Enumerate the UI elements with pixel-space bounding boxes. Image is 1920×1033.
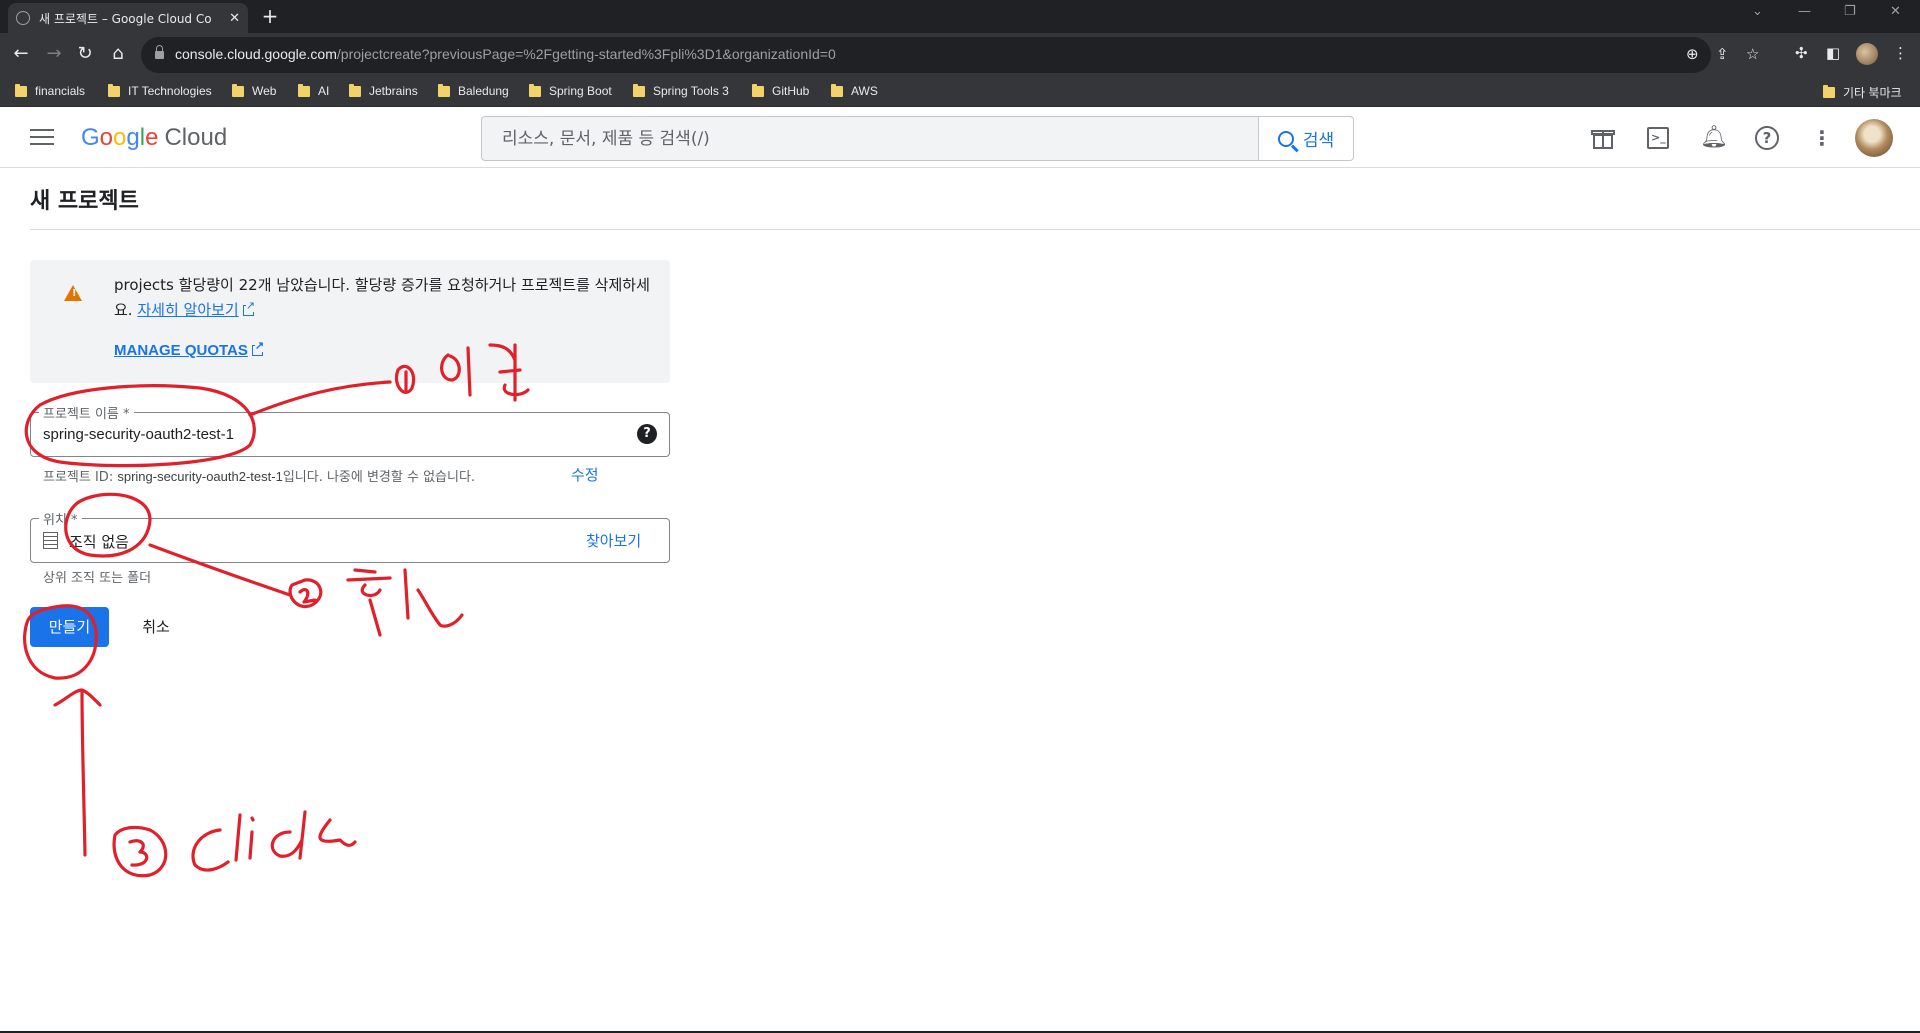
back-icon[interactable]: ←: [10, 43, 32, 64]
divider: [30, 229, 1920, 230]
share-icon[interactable]: ⇪: [1716, 45, 1729, 63]
cloud-shell-icon[interactable]: >_: [1645, 125, 1671, 151]
url-text: console.cloud.google.com/projectcreate?p…: [175, 46, 836, 62]
project-name-input[interactable]: [43, 413, 613, 456]
step3-mark: [112, 825, 168, 878]
bookmarks-bar: financials IT Technologies Web AI Jetbra…: [0, 77, 1920, 107]
folder-icon: [633, 83, 645, 97]
quota-warning-banner: ! projects 할당량이 22개 남았습니다. 할당량 증가를 요청하거나…: [30, 260, 670, 383]
external-link-icon: [242, 300, 255, 316]
extensions-icon[interactable]: ✣: [1795, 44, 1808, 62]
zoom-icon[interactable]: ⊕: [1686, 45, 1699, 63]
other-bookmarks[interactable]: 기타 북마크: [1823, 84, 1902, 101]
bookmark-folder[interactable]: Jetbrains: [349, 83, 418, 98]
project-name-field: 프로젝트 이름 * ?: [30, 403, 670, 457]
folder-icon: [529, 83, 541, 97]
home-icon[interactable]: ⌂: [107, 43, 129, 64]
lock-icon[interactable]: [155, 45, 164, 60]
search-input[interactable]: [482, 117, 1258, 160]
forward-icon[interactable]: →: [43, 43, 65, 64]
tab-title: 새 프로젝트 – Google Cloud Co: [39, 11, 212, 26]
google-cloud-logo[interactable]: Google Cloud: [81, 124, 227, 152]
folder-icon: [15, 83, 27, 97]
browse-button[interactable]: 찾아보기: [586, 530, 641, 551]
warning-icon-mark: !: [72, 288, 77, 299]
reload-icon[interactable]: ↻: [74, 43, 96, 64]
location-field[interactable]: 위치 * 조직 없음 찾아보기: [30, 509, 670, 563]
browser-tab-strip: 새 프로젝트 – Google Cloud Co ✕ + ⌄ — ❐ ✕: [0, 0, 1920, 33]
quota-message: projects 할당량이 22개 남았습니다. 할당량 증가를 요청하거나 프…: [114, 273, 654, 323]
bookmark-folder[interactable]: AWS: [831, 83, 878, 98]
folder-icon: [298, 83, 310, 97]
tab-search-icon[interactable]: ⌄: [1752, 4, 1763, 19]
bookmark-folder[interactable]: financials: [15, 83, 85, 98]
organization-icon: [43, 532, 58, 549]
project-id-hint: 프로젝트 ID: spring-security-oauth2-test-1입니…: [43, 469, 476, 485]
bookmark-folder[interactable]: Spring Tools 3: [633, 83, 729, 98]
learn-more-link[interactable]: 자세히 알아보기: [137, 301, 238, 319]
step2-text: [346, 568, 464, 637]
location-label: 위치 *: [39, 509, 82, 528]
browser-toolbar: ← → ↻ ⌂ console.cloud.google.com/project…: [0, 33, 1920, 77]
folder-icon: [349, 83, 361, 97]
folder-icon: [232, 83, 244, 97]
bookmark-folder[interactable]: Baledung: [438, 83, 509, 98]
location-hint: 상위 조직 또는 폴더: [43, 571, 152, 586]
tab-close-icon[interactable]: ✕: [229, 11, 240, 26]
folder-icon: [438, 83, 450, 97]
create-button[interactable]: 만들기: [30, 607, 109, 647]
page-title: 새 프로젝트: [30, 189, 139, 214]
arrow-line-1: [248, 380, 392, 417]
cancel-button[interactable]: 취소: [130, 607, 182, 647]
search-button[interactable]: 검색: [1258, 117, 1353, 160]
browser-profile-avatar[interactable]: [1856, 43, 1878, 65]
manage-quotas-link[interactable]: MANAGE QUOTAS: [114, 340, 265, 359]
new-tab-icon[interactable]: +: [258, 4, 282, 28]
tab-favicon-icon: [16, 11, 30, 25]
address-bar[interactable]: console.cloud.google.com/projectcreate?p…: [141, 37, 1759, 73]
help-circle-icon[interactable]: ?: [637, 424, 657, 444]
arrow-up: [53, 688, 102, 857]
browser-tab[interactable]: 새 프로젝트 – Google Cloud Co ✕: [8, 3, 248, 33]
side-panel-icon[interactable]: ◧: [1826, 44, 1840, 62]
bookmark-folder[interactable]: GitHub: [752, 83, 809, 98]
folder-icon: [752, 83, 764, 97]
search-button-label: 검색: [1302, 131, 1335, 151]
bookmark-folder[interactable]: Web: [232, 83, 276, 98]
hamburger-menu-icon[interactable]: [30, 129, 54, 147]
folder-icon: [831, 83, 843, 97]
step3-text: [191, 810, 357, 872]
bookmark-folder[interactable]: IT Technologies: [108, 83, 212, 98]
folder-icon: [108, 83, 120, 97]
more-options-icon[interactable]: ⋮: [1809, 125, 1835, 151]
folder-icon: [1823, 85, 1835, 98]
search-icon: [1277, 130, 1294, 147]
minimize-icon[interactable]: —: [1798, 4, 1811, 19]
restore-icon[interactable]: ❐: [1844, 4, 1856, 19]
notifications-bell-icon[interactable]: 🔔︎: [1700, 125, 1728, 151]
console-header: GoogleCloud 검색 >_ 🔔︎ ? ⋮: [0, 107, 1920, 168]
help-icon[interactable]: ?: [1754, 125, 1780, 151]
location-value: 조직 없음: [69, 533, 129, 551]
edit-project-id-link[interactable]: 수정: [571, 464, 599, 485]
account-avatar[interactable]: [1855, 119, 1893, 157]
bookmark-folder[interactable]: Spring Boot: [529, 83, 612, 98]
close-window-icon[interactable]: ✕: [1890, 4, 1901, 19]
bookmark-star-icon[interactable]: ☆: [1746, 45, 1759, 63]
step2-mark: [288, 578, 323, 609]
external-link-icon: [251, 340, 265, 356]
search-box: 검색: [481, 116, 1354, 161]
browser-menu-icon[interactable]: ⋮: [1893, 44, 1908, 62]
bookmark-folder[interactable]: AI: [298, 83, 329, 98]
gift-icon[interactable]: [1590, 125, 1616, 151]
